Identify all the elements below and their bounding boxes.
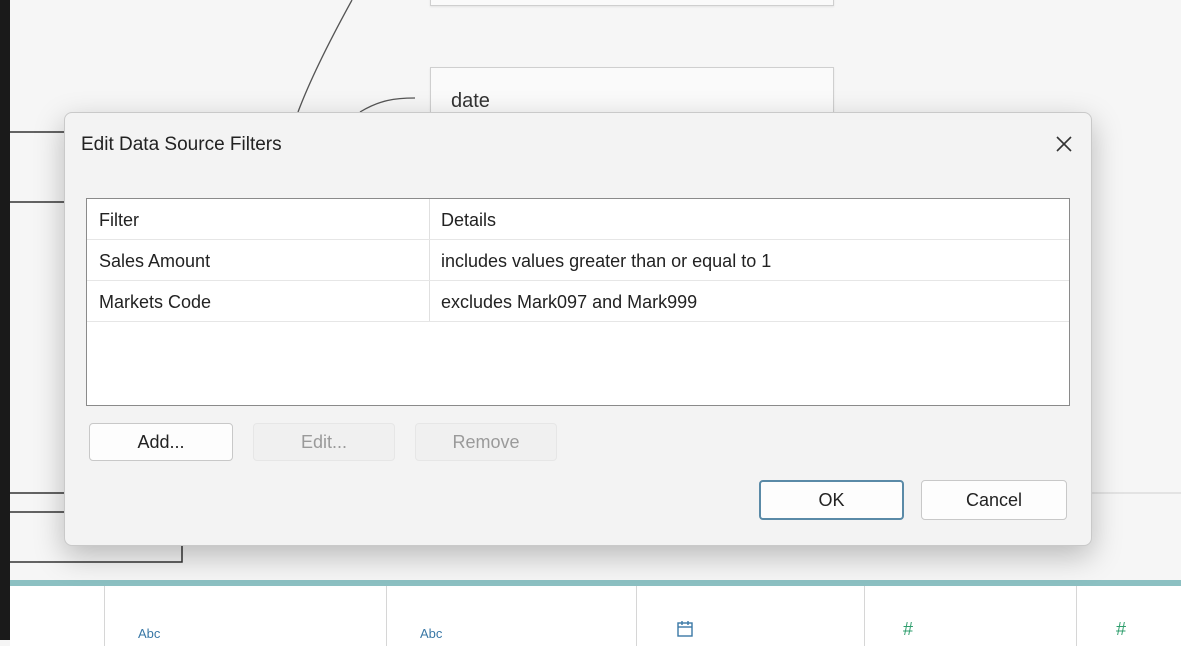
add-filter-button[interactable]: Add...: [89, 423, 233, 461]
filter-row[interactable]: Markets Code excludes Mark097 and Mark99…: [87, 281, 1069, 322]
grid-column-divider: [386, 586, 387, 646]
calendar-icon[interactable]: [676, 620, 694, 641]
filter-name: Markets Code: [99, 292, 212, 312]
filter-name: Sales Amount: [99, 251, 211, 271]
data-grid-header: Abc Abc # #: [10, 580, 1181, 646]
grid-column-divider: [864, 586, 865, 646]
number-type-icon[interactable]: #: [903, 619, 913, 640]
filter-details: excludes Mark097 and Mark999: [441, 292, 698, 312]
dialog-title: Edit Data Source Filters: [81, 134, 282, 155]
cancel-button[interactable]: Cancel: [921, 480, 1067, 520]
grid-column-divider: [636, 586, 637, 646]
ok-button[interactable]: OK: [759, 480, 904, 520]
grid-column-divider: [104, 586, 105, 646]
filter-list-header: Filter Details: [87, 199, 1069, 240]
filter-details: includes values greater than or equal to…: [441, 251, 772, 271]
number-type-icon[interactable]: #: [1116, 619, 1126, 640]
filter-list[interactable]: Filter Details Sales Amount includes val…: [86, 198, 1070, 406]
edit-data-source-filters-dialog: Edit Data Source Filters Filter Details …: [64, 112, 1092, 546]
grid-column-divider: [1076, 586, 1077, 646]
remove-filter-button[interactable]: Remove: [415, 423, 557, 461]
edit-filter-button[interactable]: Edit...: [253, 423, 395, 461]
string-type-icon[interactable]: Abc: [420, 626, 442, 641]
column-header-details: Details: [441, 210, 497, 230]
string-type-icon[interactable]: Abc: [138, 626, 160, 641]
close-button[interactable]: [1049, 129, 1079, 159]
close-icon: [1056, 136, 1072, 152]
filter-row[interactable]: Sales Amount includes values greater tha…: [87, 240, 1069, 281]
column-header-filter: Filter: [99, 210, 139, 230]
